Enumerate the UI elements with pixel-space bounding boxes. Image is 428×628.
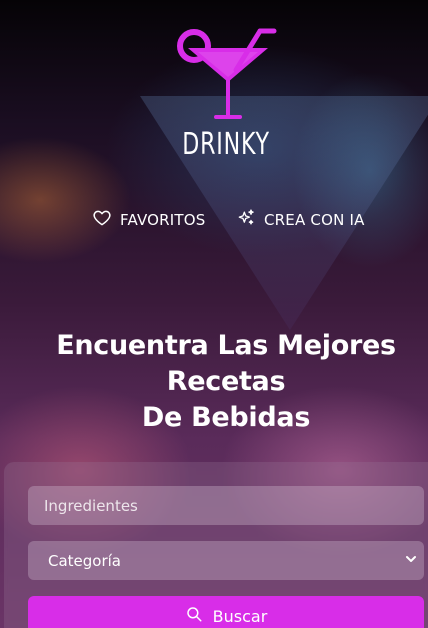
search-icon: [185, 605, 203, 627]
ingredients-input[interactable]: [28, 486, 424, 525]
cocktail-glass-icon[interactable]: [174, 26, 278, 130]
sparkles-icon: [236, 208, 256, 232]
hero-title-line2: De Bebidas: [141, 402, 311, 433]
chevron-down-icon: [404, 552, 418, 570]
heart-icon: [92, 208, 112, 232]
category-select[interactable]: Categoría: [28, 541, 424, 580]
nav-favorites[interactable]: FAVORITOS: [92, 208, 206, 232]
hero-title: Encuentra Las Mejores Recetas De Bebidas: [0, 328, 428, 436]
search-button[interactable]: Buscar: [28, 596, 424, 628]
nav-favorites-label: FAVORITOS: [120, 211, 206, 229]
main-nav: FAVORITOS CREA CON IA: [0, 206, 428, 230]
site-header: DRINKY FAVORITOS CREA CON IA: [0, 0, 428, 290]
category-select-value: Categoría: [48, 551, 122, 570]
brand-name: DRINKY: [182, 127, 270, 162]
nav-create-ai[interactable]: CREA CON IA: [236, 208, 365, 232]
search-button-label: Buscar: [212, 606, 268, 626]
nav-create-ai-label: CREA CON IA: [264, 211, 365, 229]
hero-title-line1: Encuentra Las Mejores Recetas: [56, 330, 396, 397]
